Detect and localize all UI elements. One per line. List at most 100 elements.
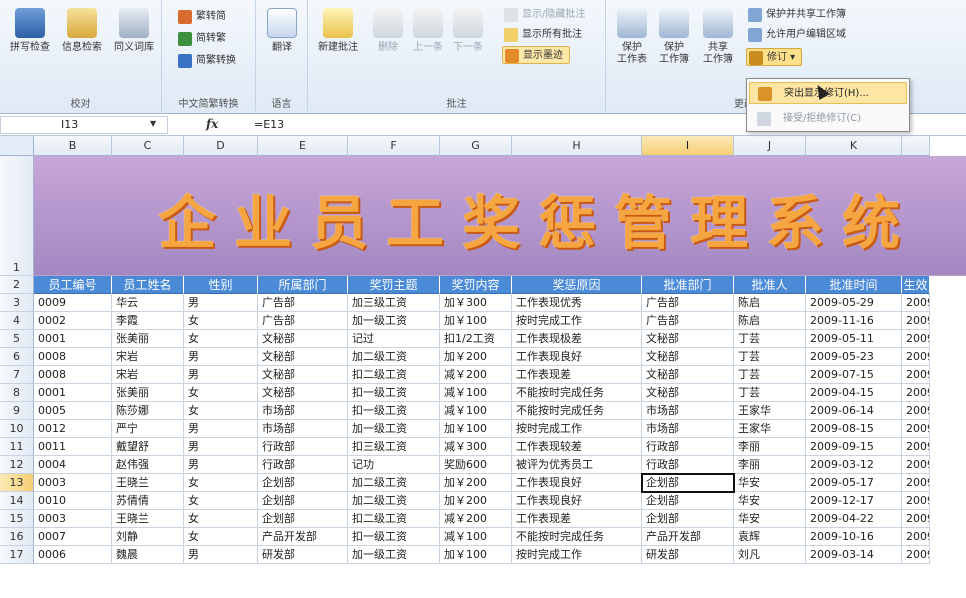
table-cell[interactable]: 宋岩 <box>112 348 184 366</box>
table-header-cell[interactable]: 员工姓名 <box>112 276 184 294</box>
protect-sheet-button[interactable]: 保护 工作表 <box>610 6 654 68</box>
table-cell[interactable]: 2009 <box>902 294 930 312</box>
table-cell[interactable]: 文秘部 <box>642 330 734 348</box>
table-cell[interactable]: 加￥200 <box>440 492 512 510</box>
table-cell[interactable]: 2009-09-15 <box>806 438 902 456</box>
table-cell[interactable]: 广告部 <box>258 294 348 312</box>
select-all-corner[interactable] <box>0 136 34 156</box>
table-cell[interactable]: 市场部 <box>258 402 348 420</box>
table-header-cell[interactable]: 奖罚内容 <box>440 276 512 294</box>
column-header-F[interactable]: F <box>348 136 440 156</box>
table-cell[interactable]: 加一级工资 <box>348 420 440 438</box>
table-cell[interactable]: 市场部 <box>642 420 734 438</box>
table-cell[interactable]: 行政部 <box>642 456 734 474</box>
table-cell[interactable]: 男 <box>184 294 258 312</box>
table-cell[interactable]: 减￥100 <box>440 384 512 402</box>
table-cell[interactable]: 陈莎娜 <box>112 402 184 420</box>
table-cell[interactable]: 市场部 <box>642 402 734 420</box>
table-cell[interactable]: 2009-05-11 <box>806 330 902 348</box>
table-cell[interactable]: 李丽 <box>734 438 806 456</box>
column-header-C[interactable]: C <box>112 136 184 156</box>
table-cell[interactable]: 2009 <box>902 492 930 510</box>
table-cell[interactable]: 刘凡 <box>734 546 806 564</box>
row-header[interactable]: 12 <box>0 456 34 474</box>
table-cell[interactable]: 男 <box>184 438 258 456</box>
table-cell[interactable]: 工作表现良好 <box>512 474 642 492</box>
table-cell[interactable]: 工作表现差 <box>512 510 642 528</box>
table-cell[interactable]: 广告部 <box>258 312 348 330</box>
table-cell[interactable]: 企划部 <box>642 510 734 528</box>
table-cell[interactable]: 企划部 <box>642 492 734 510</box>
table-cell[interactable]: 加￥100 <box>440 312 512 330</box>
row-header[interactable]: 3 <box>0 294 34 312</box>
table-cell[interactable]: 华安 <box>734 492 806 510</box>
table-cell[interactable]: 文秘部 <box>258 384 348 402</box>
table-cell[interactable]: 2009-06-14 <box>806 402 902 420</box>
table-cell[interactable]: 2009-07-15 <box>806 366 902 384</box>
table-header-cell[interactable]: 所属部门 <box>258 276 348 294</box>
table-cell[interactable]: 0006 <box>34 546 112 564</box>
table-cell[interactable]: 文秘部 <box>642 384 734 402</box>
table-cell[interactable]: 严宁 <box>112 420 184 438</box>
track-changes-button[interactable]: 修订 ▾ <box>746 48 803 66</box>
row-header[interactable]: 16 <box>0 528 34 546</box>
table-cell[interactable]: 丁芸 <box>734 330 806 348</box>
table-cell[interactable]: 广告部 <box>642 294 734 312</box>
table-cell[interactable]: 苏倩倩 <box>112 492 184 510</box>
table-cell[interactable]: 扣一级工资 <box>348 528 440 546</box>
table-header-cell[interactable]: 奖罚主题 <box>348 276 440 294</box>
table-cell[interactable]: 行政部 <box>258 438 348 456</box>
table-cell[interactable]: 华安 <box>734 510 806 528</box>
table-cell[interactable]: 文秘部 <box>258 348 348 366</box>
column-header-H[interactable]: H <box>512 136 642 156</box>
chevron-down-icon[interactable]: ▼ <box>150 119 156 128</box>
table-cell[interactable]: 2009 <box>902 456 930 474</box>
table-cell[interactable]: 女 <box>184 384 258 402</box>
table-cell[interactable]: 0004 <box>34 456 112 474</box>
table-cell[interactable]: 王家华 <box>734 420 806 438</box>
table-cell[interactable]: 加￥300 <box>440 294 512 312</box>
menu-item-accept-reject[interactable]: 接受/拒绝修订(C) <box>749 108 907 130</box>
table-cell[interactable]: 2009-04-15 <box>806 384 902 402</box>
table-cell[interactable]: 女 <box>184 402 258 420</box>
row-header[interactable]: 2 <box>0 276 34 294</box>
table-cell[interactable]: 0003 <box>34 510 112 528</box>
show-all-comments-button[interactable]: 显示所有批注 <box>502 26 582 44</box>
table-header-cell[interactable]: 员工编号 <box>34 276 112 294</box>
table-cell[interactable]: 加￥200 <box>440 474 512 492</box>
table-cell[interactable]: 2009 <box>902 348 930 366</box>
table-cell[interactable]: 0001 <box>34 330 112 348</box>
table-cell[interactable]: 王晓兰 <box>112 474 184 492</box>
table-cell[interactable]: 减￥200 <box>440 510 512 528</box>
table-cell[interactable]: 2009 <box>902 528 930 546</box>
table-cell[interactable]: 男 <box>184 546 258 564</box>
translate-button[interactable]: 翻译 <box>254 6 310 68</box>
table-header-cell[interactable]: 批准人 <box>734 276 806 294</box>
table-cell[interactable]: 企划部 <box>642 474 734 492</box>
table-cell[interactable]: 工作表现差 <box>512 366 642 384</box>
table-cell[interactable]: 2009 <box>902 384 930 402</box>
table-cell[interactable]: 市场部 <box>258 420 348 438</box>
row-header[interactable]: 11 <box>0 438 34 456</box>
table-cell[interactable]: 李霞 <box>112 312 184 330</box>
table-cell[interactable]: 2009-12-17 <box>806 492 902 510</box>
table-cell[interactable]: 减￥300 <box>440 438 512 456</box>
table-cell[interactable]: 研发部 <box>258 546 348 564</box>
table-cell[interactable]: 女 <box>184 474 258 492</box>
spellcheck-button[interactable]: 拼写检查 <box>2 6 58 68</box>
row-header[interactable]: 7 <box>0 366 34 384</box>
table-cell[interactable]: 扣二级工资 <box>348 366 440 384</box>
table-cell[interactable]: 0003 <box>34 474 112 492</box>
table-cell[interactable]: 男 <box>184 420 258 438</box>
table-cell[interactable]: 2009-04-22 <box>806 510 902 528</box>
table-cell[interactable]: 行政部 <box>258 456 348 474</box>
table-header-cell[interactable]: 批准部门 <box>642 276 734 294</box>
column-header-I[interactable]: I <box>642 136 734 156</box>
table-cell[interactable]: 扣1/2工资 <box>440 330 512 348</box>
table-cell[interactable]: 王晓兰 <box>112 510 184 528</box>
protect-share-button[interactable]: 保护并共享工作簿 <box>746 6 846 24</box>
allow-edit-ranges-button[interactable]: 允许用户编辑区域 <box>746 26 846 44</box>
table-cell[interactable]: 李丽 <box>734 456 806 474</box>
table-cell[interactable]: 魏晨 <box>112 546 184 564</box>
table-cell[interactable]: 2009-03-14 <box>806 546 902 564</box>
